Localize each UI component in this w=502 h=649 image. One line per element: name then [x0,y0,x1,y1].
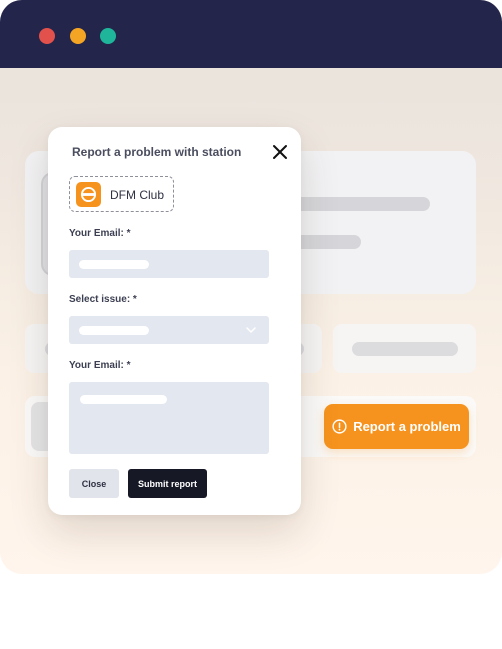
message-textarea[interactable] [69,382,269,454]
background-text-placeholder [290,197,430,211]
email-field-label: Your Email: * [69,228,131,239]
close-button[interactable]: Close [69,469,119,498]
close-icon[interactable] [272,144,288,160]
issue-select[interactable] [69,316,269,344]
modal-title: Report a problem with station [72,145,242,159]
station-name: DFM Club [110,188,165,202]
select-placeholder-bar [79,326,149,335]
window-maximize-dot[interactable] [100,28,116,44]
window-titlebar [0,0,502,68]
dfm-club-logo [76,182,101,207]
submit-report-button[interactable]: Submit report [128,469,207,498]
alert-circle-icon [332,419,347,434]
issue-select-label: Select issue: * [69,294,137,305]
report-problem-label: Report a problem [353,419,461,434]
textarea-placeholder-bar [80,395,167,404]
email-field[interactable] [69,250,269,278]
input-placeholder-bar [79,260,149,269]
station-chip: DFM Club [69,176,174,212]
window-minimize-dot[interactable] [70,28,86,44]
window-close-dot[interactable] [39,28,55,44]
report-problem-button[interactable]: Report a problem [324,404,469,449]
report-problem-modal: Report a problem with station DFM Club Y… [48,127,301,515]
message-field-label: Your Email: * [69,360,131,371]
browser-window: Report a problem Report a problem with s… [0,0,502,574]
chevron-down-icon [246,327,256,333]
background-pill [352,342,458,356]
